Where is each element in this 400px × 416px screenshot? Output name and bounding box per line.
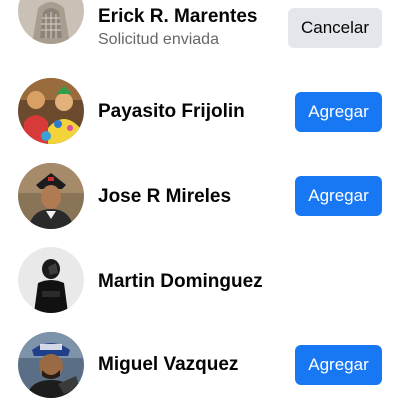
- friend-name[interactable]: Payasito Frijolin: [98, 101, 245, 123]
- avatar[interactable]: [18, 247, 84, 313]
- friend-name[interactable]: Jose R Mireles: [98, 186, 231, 208]
- list-item[interactable]: Martin Dominguez: [0, 247, 400, 331]
- friend-name[interactable]: Erick R. Marentes: [98, 6, 257, 28]
- add-friend-button[interactable]: Agregar: [295, 176, 382, 216]
- friend-name[interactable]: Martin Dominguez: [98, 271, 263, 293]
- avatar[interactable]: [18, 78, 84, 144]
- add-friend-button[interactable]: Agregar: [295, 92, 382, 132]
- list-item[interactable]: Erick R. Marentes Solicitud enviada Canc…: [0, 0, 400, 62]
- list-item[interactable]: Miguel Vazquez Agregar: [0, 332, 400, 416]
- profile-photo: [18, 163, 84, 229]
- profile-photo: [18, 78, 84, 144]
- cancel-button[interactable]: Cancelar: [288, 8, 382, 48]
- add-friend-button[interactable]: Agregar: [295, 345, 382, 385]
- profile-photo: [18, 0, 84, 44]
- profile-photo: [18, 247, 84, 313]
- request-status: Solicitud enviada: [98, 31, 219, 48]
- list-item[interactable]: Payasito Frijolin Agregar: [0, 78, 400, 162]
- avatar[interactable]: [18, 332, 84, 398]
- avatar[interactable]: [18, 163, 84, 229]
- friend-name[interactable]: Miguel Vazquez: [98, 354, 238, 376]
- avatar[interactable]: [18, 0, 84, 44]
- list-item[interactable]: Jose R Mireles Agregar: [0, 163, 400, 247]
- profile-photo: [18, 332, 84, 398]
